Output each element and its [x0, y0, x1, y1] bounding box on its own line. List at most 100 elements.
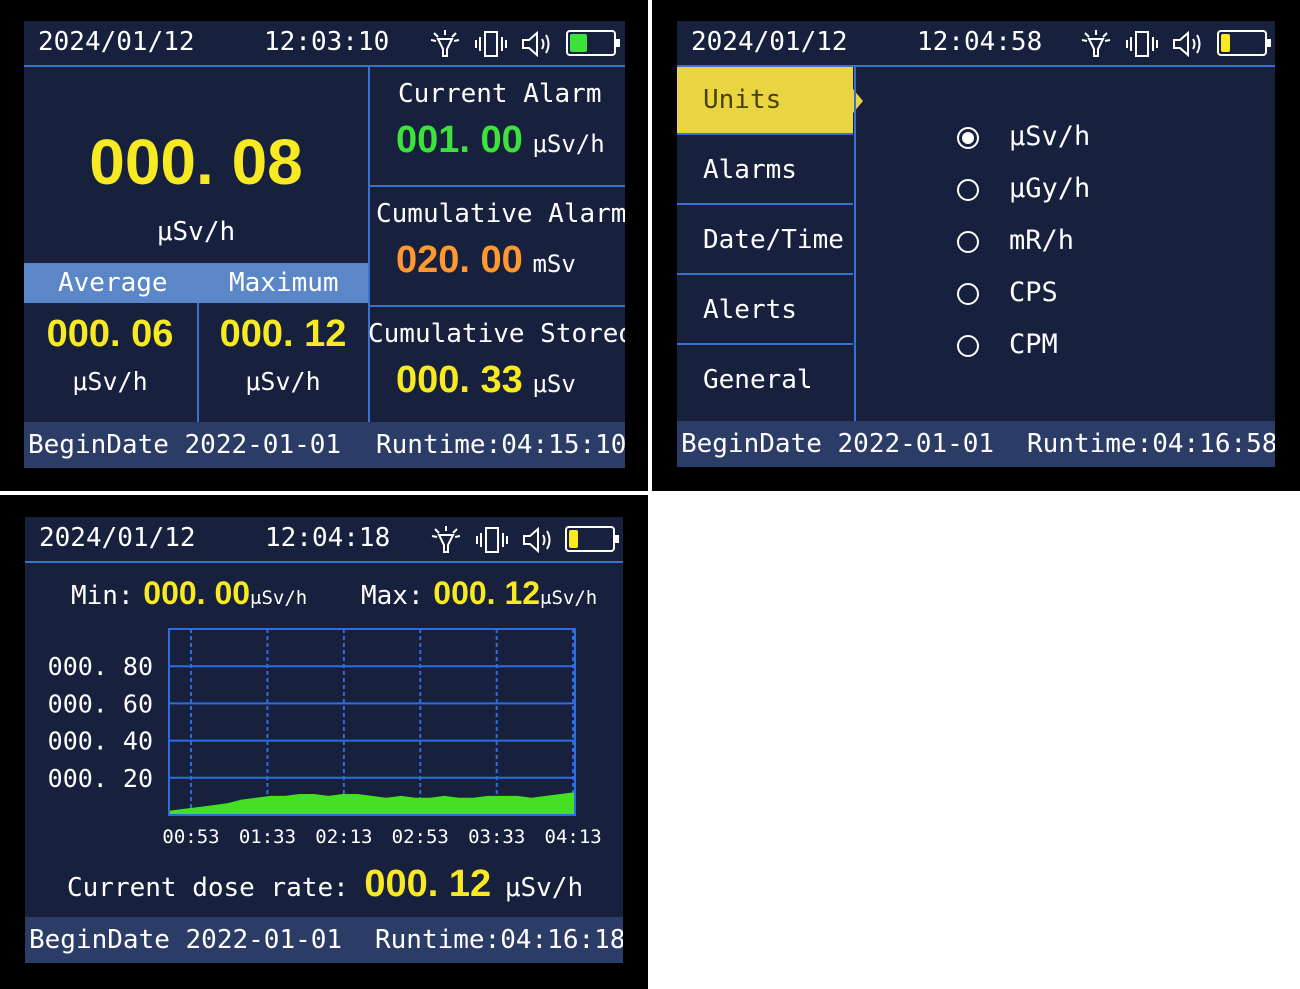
vibrate-icon[interactable]: [1125, 29, 1159, 59]
current-alarm-cell: Current Alarm 001. 00 μSv/h: [370, 67, 625, 185]
battery-level: [570, 34, 587, 52]
divider: [854, 67, 856, 421]
battery-icon: [565, 526, 619, 552]
y-tick-label: 000. 20: [48, 764, 153, 793]
menu-item-label: Alarms: [703, 155, 797, 185]
unit-option-label: μGy/h: [1009, 173, 1091, 204]
maximum-label: Maximum: [229, 268, 339, 298]
radio-button-selected[interactable]: [957, 127, 979, 149]
current-alarm-value: 001. 00: [396, 119, 523, 161]
cumulative-alarm-value: 020. 00: [396, 239, 523, 281]
settings-screen: 2024/01/12 12:04:58 Units Alarms Date/Ti…: [677, 21, 1275, 467]
min-unit: μSv/h: [250, 587, 308, 609]
radio-button[interactable]: [957, 231, 979, 253]
begin-date: BeginDate 2022-01-01: [28, 430, 342, 460]
device-panel-settings: 2024/01/12 12:04:58 Units Alarms Date/Ti…: [652, 0, 1300, 491]
x-tick-label: 00:53: [162, 826, 219, 848]
max-unit: μSv/h: [540, 587, 598, 609]
status-date: 2024/01/12: [38, 27, 195, 57]
y-tick-label: 000. 80: [48, 652, 153, 681]
battery-level: [1221, 34, 1230, 52]
vibrate-icon[interactable]: [474, 29, 508, 59]
current-alarm-label: Current Alarm: [398, 79, 602, 109]
current-dose-value: 000. 12: [364, 863, 492, 905]
menu-item-label: Units: [703, 85, 782, 115]
maximum-value: 000. 12: [219, 313, 347, 355]
menu-item-alerts[interactable]: Alerts: [677, 277, 853, 345]
speaker-icon[interactable]: [520, 29, 554, 59]
flashlight-icon[interactable]: [428, 29, 462, 59]
min-max-readout: Min: 000. 00μSv/h: [71, 575, 307, 612]
current-dose-unit: μSv/h: [504, 873, 584, 903]
current-dose-label: Current dose rate:: [67, 873, 349, 903]
max-label: Max:: [361, 581, 424, 611]
settings-menu: Units Alarms Date/Time Alerts General: [677, 67, 863, 421]
battery-icon: [566, 30, 620, 56]
cumulative-stored-label: Cumulative Stored: [368, 319, 625, 349]
status-bar: 2024/01/12 12:04:18: [25, 517, 623, 563]
average-label: Average: [58, 268, 168, 298]
average-cell: 000. 06 μSv/h: [24, 303, 196, 422]
menu-item-alarms[interactable]: Alarms: [677, 137, 853, 205]
dose-rate-chart: 000. 80 000. 60 000. 40 000. 20 00:53 01:33 02…: [48, 628, 602, 848]
menu-item-units[interactable]: Units: [677, 67, 853, 135]
cumulative-alarm-label: Cumulative Alarm: [376, 199, 625, 229]
maximum-cell: 000. 12 μSv/h: [198, 303, 368, 422]
status-time: 12:04:58: [917, 27, 1043, 57]
cumulative-alarm-cell: Cumulative Alarm 020. 00 mSv: [370, 187, 625, 305]
dose-rate-unit: μSv/h: [156, 217, 236, 247]
runtime: Runtime:04:16:18: [375, 925, 623, 955]
menu-item-label: General: [703, 365, 813, 395]
footer-bar: BeginDate 2022-01-01 Runtime:04:16:18: [25, 917, 623, 963]
radio-button[interactable]: [957, 179, 979, 201]
cumulative-alarm-unit: mSv: [532, 250, 576, 278]
menu-item-label: Alerts: [703, 295, 797, 325]
status-bar: 2024/01/12 12:04:58: [677, 21, 1275, 67]
footer-bar: BeginDate 2022-01-01 Runtime:04:15:10: [24, 422, 625, 468]
flashlight-icon[interactable]: [429, 525, 463, 555]
divider: [197, 303, 199, 422]
average-unit: μSv/h: [72, 367, 148, 396]
cumulative-stored-unit: μSv: [532, 370, 576, 398]
dose-rate-display: 000. 08 μSv/h: [24, 67, 368, 263]
battery-icon: [1217, 30, 1271, 56]
status-bar: 2024/01/12 12:03:10: [24, 21, 625, 67]
menu-item-date-time[interactable]: Date/Time: [677, 207, 853, 275]
cumulative-stored-value: 000. 33: [396, 359, 523, 401]
cumulative-alarm-reading: 020. 00 mSv: [396, 239, 576, 282]
avg-max-header: Average Maximum: [24, 263, 368, 303]
radio-button[interactable]: [957, 283, 979, 305]
device-panel-main: 2024/01/12 12:03:10 000. 08 μSv/h Averag…: [0, 0, 648, 491]
cumulative-stored-cell: Cumulative Stored 000. 33 μSv: [368, 307, 625, 422]
vibrate-icon[interactable]: [475, 525, 509, 555]
begin-date: BeginDate 2022-01-01: [681, 429, 995, 459]
plot-frame: [168, 628, 576, 816]
speaker-icon[interactable]: [1171, 29, 1205, 59]
unit-option-label: mR/h: [1009, 225, 1075, 256]
status-time: 12:04:18: [265, 523, 391, 553]
average-value: 000. 06: [46, 313, 174, 355]
current-alarm-unit: μSv/h: [532, 130, 605, 158]
radio-button[interactable]: [957, 335, 979, 357]
begin-date: BeginDate 2022-01-01: [29, 925, 343, 955]
x-tick-label: 04:13: [545, 826, 602, 848]
battery-level: [569, 530, 578, 548]
status-date: 2024/01/12: [691, 27, 848, 57]
device-panel-chart: 2024/01/12 12:04:18 Min: 000. 00μSv/h Ma…: [0, 495, 648, 989]
x-tick-label: 03:33: [468, 826, 525, 848]
status-date: 2024/01/12: [39, 523, 196, 553]
speaker-icon[interactable]: [521, 525, 555, 555]
y-tick-label: 000. 60: [48, 689, 153, 718]
menu-item-label: Date/Time: [703, 225, 844, 255]
max-readout: Max: 000. 12μSv/h: [361, 575, 597, 612]
x-tick-label: 02:53: [392, 826, 449, 848]
menu-item-general[interactable]: General: [677, 347, 853, 415]
flashlight-icon[interactable]: [1079, 29, 1113, 59]
unit-option-label: CPS: [1009, 277, 1058, 308]
current-alarm-reading: 001. 00 μSv/h: [396, 119, 605, 162]
y-tick-label: 000. 40: [48, 727, 153, 756]
x-tick-label: 01:33: [239, 826, 296, 848]
dose-area-series: [168, 792, 576, 816]
unit-option-label: CPM: [1009, 329, 1058, 360]
main-screen: 2024/01/12 12:03:10 000. 08 μSv/h Averag…: [24, 21, 625, 468]
